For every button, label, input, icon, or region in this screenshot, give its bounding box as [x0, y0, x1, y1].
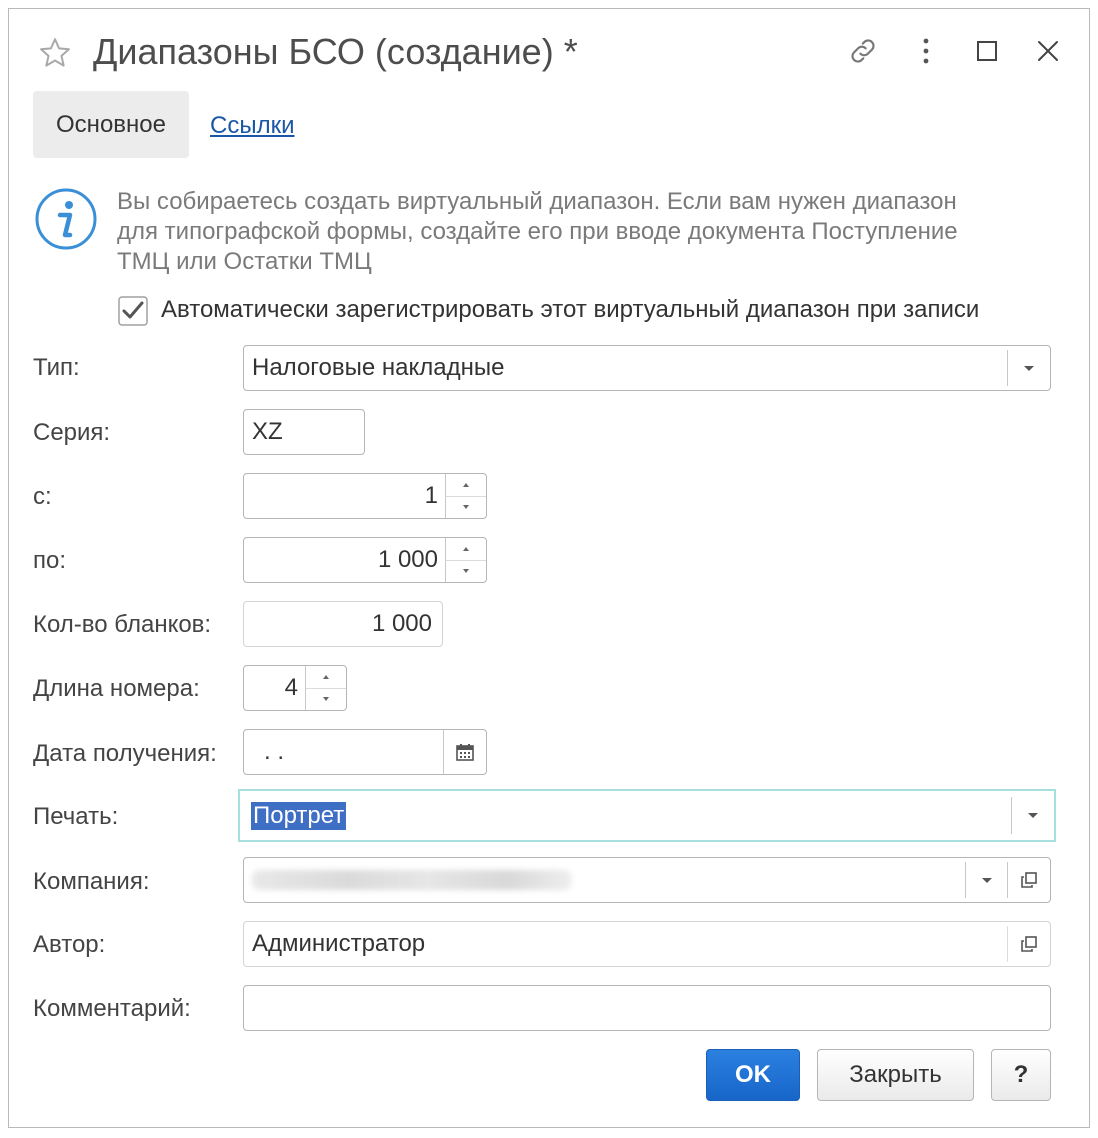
chevron-up-icon [463, 547, 469, 551]
open-form-icon [1021, 936, 1037, 952]
open-form-icon [1021, 872, 1037, 888]
to-value: 1 000 [377, 546, 438, 573]
print-label: Печать: [33, 803, 119, 830]
chevron-down-icon [982, 877, 992, 883]
count-value: 1 000 [371, 610, 432, 637]
length-label: Длина номера: [33, 675, 200, 702]
length-increment-button[interactable] [306, 666, 346, 689]
window-title: Диапазоны БСО (создание) * [93, 31, 578, 72]
favorite-star-icon[interactable] [37, 35, 73, 71]
author-field: Администратор [243, 921, 1051, 967]
print-dropdown-button[interactable] [1011, 797, 1054, 834]
length-stepper [305, 666, 346, 710]
link-icon[interactable] [843, 31, 883, 71]
more-menu-icon[interactable] [906, 31, 946, 71]
auto-register-label: Автоматически зарегистрировать этот вирт… [161, 296, 980, 323]
type-dropdown-button[interactable] [1007, 350, 1050, 386]
receipt-date-input[interactable]: . . [243, 729, 487, 775]
from-stepper [445, 474, 486, 518]
company-label: Компания: [33, 868, 150, 895]
chevron-up-icon [463, 483, 469, 487]
to-increment-button[interactable] [446, 538, 486, 561]
info-message: Вы собираетесь создать виртуальный диапа… [117, 188, 958, 275]
company-open-button[interactable] [1007, 862, 1050, 898]
comment-label: Комментарий: [33, 995, 191, 1022]
print-select[interactable]: Портрет [238, 789, 1056, 842]
from-value: 1 [424, 482, 438, 509]
auto-register-checkbox[interactable] [118, 296, 148, 326]
info-icon [35, 188, 97, 250]
from-number-input[interactable]: 1 [243, 473, 487, 519]
chevron-down-icon [1028, 813, 1038, 818]
type-label: Тип: [33, 354, 80, 381]
date-label: Дата получения: [33, 740, 217, 767]
type-value: Налоговые накладные [252, 354, 505, 381]
calendar-button[interactable] [443, 730, 486, 774]
chevron-up-icon [323, 675, 329, 679]
count-field: 1 000 [243, 601, 443, 647]
tab-main-label: Основное [56, 110, 166, 138]
tab-main[interactable]: Основное [33, 91, 189, 158]
maximize-icon[interactable] [967, 31, 1007, 71]
series-label: Серия: [33, 419, 111, 446]
author-value: Администратор [252, 930, 426, 957]
length-value: 4 [284, 674, 298, 701]
chevron-down-icon [463, 569, 469, 573]
count-label: Кол-во бланков: [33, 611, 212, 638]
close-button[interactable]: Закрыть [817, 1049, 974, 1101]
company-select[interactable] [243, 857, 1051, 903]
from-decrement-button[interactable] [446, 496, 486, 518]
ok-button[interactable]: OK [706, 1049, 800, 1101]
series-input[interactable]: XZ [243, 409, 365, 455]
chevron-down-icon [1024, 365, 1034, 371]
chevron-down-icon [323, 697, 329, 701]
from-increment-button[interactable] [446, 474, 486, 497]
tab-links[interactable]: Ссылки [210, 112, 295, 140]
to-stepper [445, 538, 486, 582]
help-button[interactable]: ? [991, 1049, 1051, 1101]
length-decrement-button[interactable] [306, 688, 346, 710]
chevron-down-icon [463, 505, 469, 509]
to-number-input[interactable]: 1 000 [243, 537, 487, 583]
company-value-redacted [252, 870, 572, 890]
calendar-icon [456, 744, 474, 761]
type-select[interactable]: Налоговые накладные [243, 345, 1051, 391]
number-length-input[interactable]: 4 [243, 665, 347, 711]
dialog-window: Диапазоны БСО (создание) * Основное Ссыл… [8, 8, 1090, 1128]
to-label: по: [33, 547, 67, 574]
comment-input[interactable] [243, 985, 1051, 1031]
date-value: . . [264, 738, 285, 765]
close-window-icon[interactable] [1028, 31, 1068, 71]
author-label: Автор: [33, 931, 106, 958]
series-value: XZ [252, 418, 283, 445]
print-value: Портрет [251, 801, 347, 830]
from-label: с: [33, 483, 52, 510]
to-decrement-button[interactable] [446, 560, 486, 582]
author-open-button[interactable] [1007, 926, 1050, 962]
company-dropdown-button[interactable] [965, 862, 1008, 898]
